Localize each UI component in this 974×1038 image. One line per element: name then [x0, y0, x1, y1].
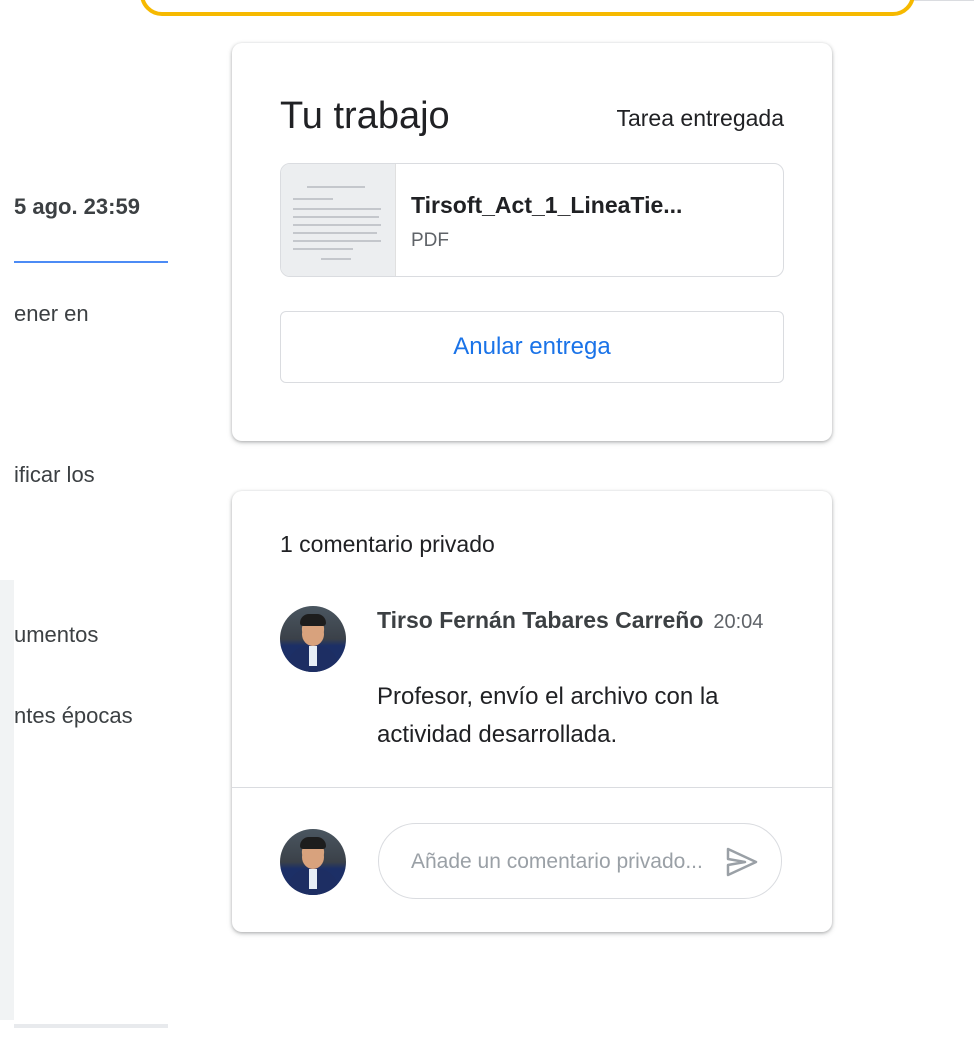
unsubmit-button[interactable]: Anular entrega: [280, 311, 784, 383]
tab-underline: [14, 261, 168, 263]
private-comments-card: 1 comentario privado Tirso Fernán Tabare…: [232, 491, 832, 932]
pdf-thumbnail: [281, 164, 396, 276]
submission-status: Tarea entregada: [616, 105, 784, 131]
instructions-panel: 5 ago. 23:59 ener en ificar los umentos …: [0, 0, 180, 1038]
comment-author: Tirso Fernán Tabares Carreño 20:04: [377, 599, 797, 643]
highlight-box: [140, 0, 915, 16]
comment-text: Profesor, envío el archivo con la activi…: [377, 683, 719, 748]
attachment-card[interactable]: Tirsoft_Act_1_LineaTie... PDF: [280, 163, 784, 277]
attachment-type: PDF: [411, 230, 449, 251]
instruction-line: ener en: [14, 301, 89, 326]
private-comment-field[interactable]: [378, 823, 782, 899]
avatar: [280, 606, 346, 672]
attachment-name: Tirsoft_Act_1_LineaTie...: [411, 192, 683, 218]
side-panel-bar: [0, 580, 14, 1020]
your-work-card: Tu trabajo Tarea entregada Tirsoft_Act_1…: [232, 43, 832, 441]
your-work-title: Tu trabajo: [280, 95, 450, 137]
private-comment-input[interactable]: [409, 844, 713, 880]
top-divider: [914, 0, 974, 1]
instruction-line: ificar los: [14, 462, 95, 487]
comments-title: 1 comentario privado: [280, 531, 495, 557]
author-name: Tirso Fernán Tabares Carreño: [377, 607, 704, 633]
divider: [14, 1024, 168, 1028]
divider: [232, 787, 832, 788]
comment-time: 20:04: [713, 611, 764, 633]
due-date: 5 ago. 23:59: [14, 194, 140, 219]
send-icon[interactable]: [725, 846, 759, 878]
avatar: [280, 829, 346, 895]
instruction-line: umentos: [14, 622, 99, 647]
instruction-line: ntes épocas: [14, 703, 133, 728]
